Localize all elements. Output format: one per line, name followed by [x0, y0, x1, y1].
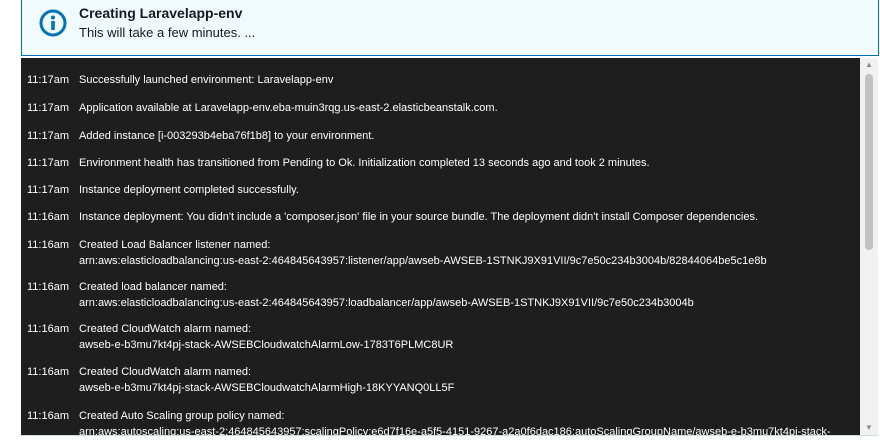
event-message-line: awseb-e-b3mu7kt4pj-stack-AWSEBCloudwatch…: [79, 339, 454, 351]
event-time: 11:16am: [27, 366, 69, 378]
event-time: 11:17am: [27, 130, 69, 142]
event-time: 11:16am: [27, 323, 69, 335]
event-message-line: Added instance [i-003293b4eba76f1b8] to …: [79, 130, 375, 142]
event-row: 11:16am Created Load Balancer listener na…: [21, 237, 860, 277]
event-row: 11:16am Created CloudWatch alarm named: aw…: [21, 321, 860, 361]
event-message-line: Created CloudWatch alarm named:: [79, 366, 252, 378]
event-message: Created CloudWatch alarm named: awseb-e-b…: [79, 364, 454, 396]
creating-environment-banner: Creating Laravelapp-env This will take a…: [21, 0, 879, 56]
event-time: 11:17am: [27, 157, 69, 169]
event-message: Created Auto Scaling group policy named:…: [79, 408, 831, 435]
event-message-line: Created Load Balancer listener named:: [79, 239, 271, 251]
event-time: 11:17am: [27, 74, 69, 86]
event-time: 11:16am: [27, 239, 69, 251]
event-message: Added instance [i-003293b4eba76f1b8] to …: [79, 128, 374, 144]
event-time: 11:17am: [27, 102, 69, 114]
event-message-line: Created Auto Scaling group policy named:: [79, 410, 285, 422]
event-message-line: arn:aws:autoscaling:us-east-2:4648456439…: [79, 426, 831, 435]
event-log-scrollbar[interactable]: ▲ ▼: [860, 58, 878, 435]
event-message-line: Instance deployment: You didn't include …: [79, 211, 759, 223]
event-message-line: Created CloudWatch alarm named:: [79, 323, 252, 335]
event-message: Created CloudWatch alarm named: awseb-e-b…: [79, 321, 453, 353]
arrow-down-icon[interactable]: ▼: [860, 421, 878, 435]
event-message-line: arn:aws:elasticloadbalancing:us-east-2:4…: [79, 297, 694, 309]
event-message: Successfully launched environment: Larav…: [79, 72, 333, 88]
info-icon: [39, 9, 67, 37]
event-log-panel[interactable]: 11:17am Successfully launched environment…: [21, 58, 860, 435]
event-message-line: Created load balancer named:: [79, 281, 227, 293]
event-row: 11:16am Created Auto Scaling group policy…: [21, 408, 860, 435]
event-time: 11:16am: [27, 281, 69, 293]
event-message-line: Successfully launched environment: Larav…: [79, 74, 334, 86]
event-time: 11:16am: [27, 211, 69, 223]
event-message: Instance deployment: You didn't include …: [79, 209, 758, 225]
event-message: Environment health has transitioned from…: [79, 155, 650, 171]
event-message: Instance deployment completed successful…: [79, 182, 299, 198]
event-time: 11:17am: [27, 184, 69, 196]
event-row: 11:16am Created CloudWatch alarm named: aw…: [21, 364, 860, 404]
event-time: 11:16am: [27, 410, 69, 422]
event-message: Created Load Balancer listener named: arn…: [79, 237, 767, 269]
event-message-line: Application available at Laravelapp-env.…: [79, 102, 498, 114]
banner-title: Creating Laravelapp-env: [79, 5, 243, 21]
event-message-line: Environment health has transitioned from…: [79, 157, 650, 169]
event-message: Application available at Laravelapp-env.…: [79, 100, 498, 116]
banner-subtitle: This will take a few minutes. ...: [79, 25, 256, 40]
scrollbar-thumb[interactable]: [865, 74, 873, 250]
event-message-line: Instance deployment completed successful…: [79, 184, 299, 196]
event-message: Created load balancer named: arn:aws:elas…: [79, 279, 694, 311]
panel-bottom-border: [21, 435, 878, 436]
event-message-line: arn:aws:elasticloadbalancing:us-east-2:4…: [79, 255, 767, 267]
event-row: 11:16am Created load balancer named: arn:a…: [21, 279, 860, 319]
event-message-line: awseb-e-b3mu7kt4pj-stack-AWSEBCloudwatch…: [79, 382, 455, 394]
arrow-up-icon[interactable]: ▲: [860, 58, 878, 72]
